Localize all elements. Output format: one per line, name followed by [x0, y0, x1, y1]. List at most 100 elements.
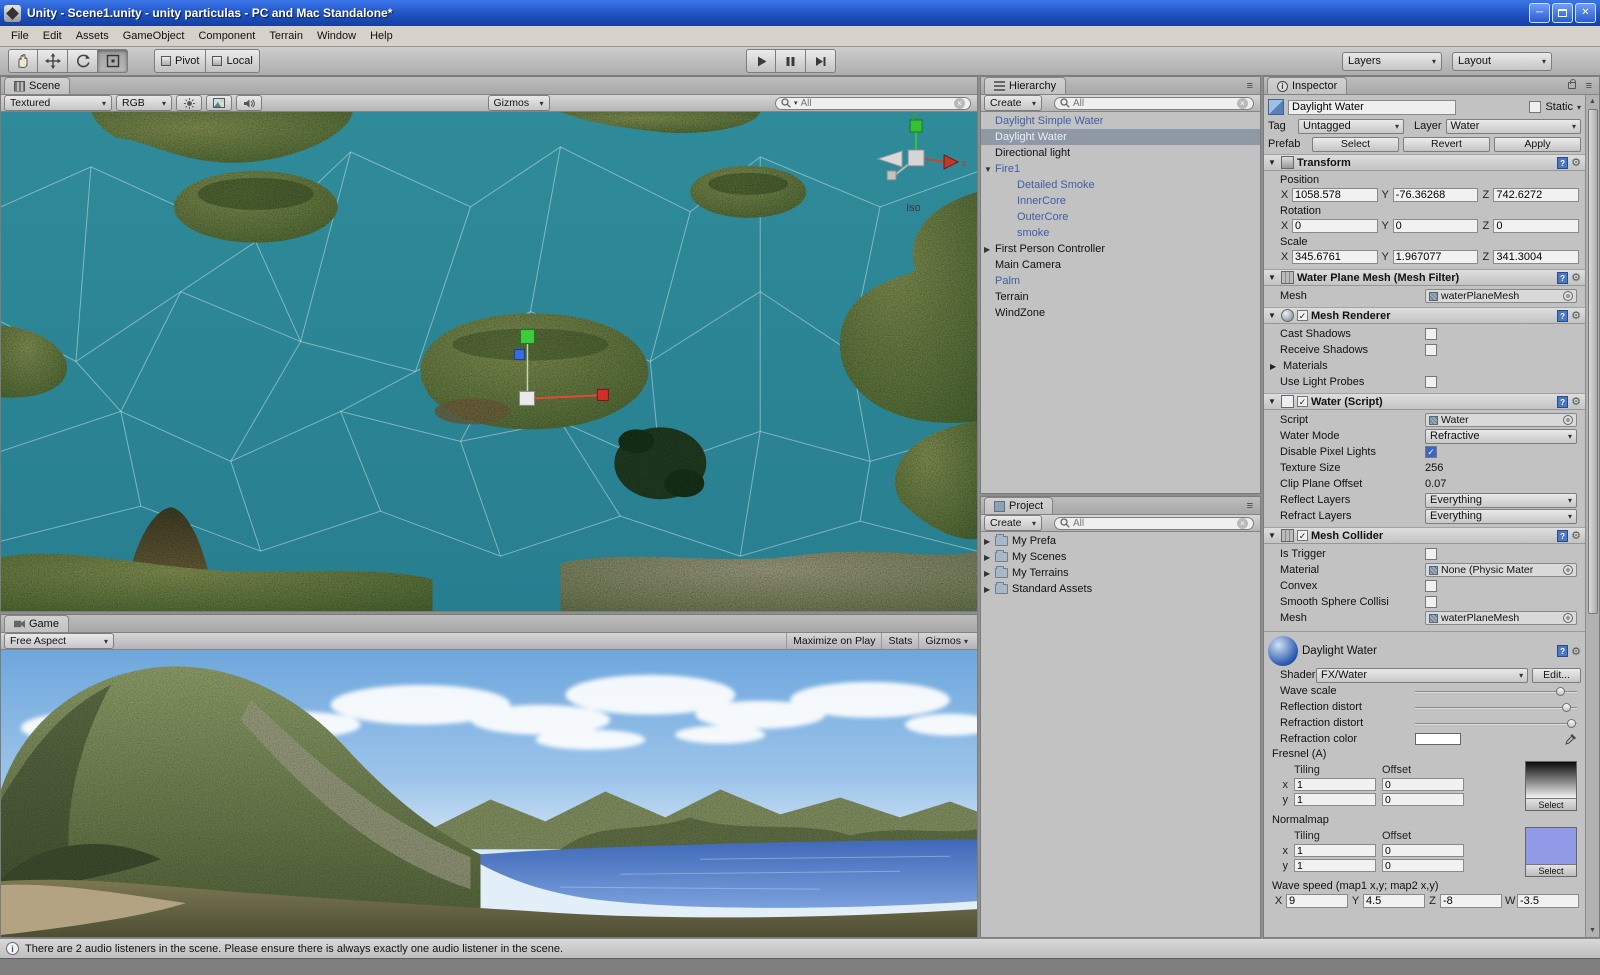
settings-gear-icon[interactable]: ⚙: [1571, 395, 1581, 408]
normalmap-select-button[interactable]: Select: [1526, 864, 1576, 876]
search-clear-icon[interactable]: ×: [954, 98, 965, 109]
dropdown-reflect-layers[interactable]: Everything▾: [1425, 493, 1577, 508]
normalmap-offset-y-field[interactable]: [1382, 859, 1464, 872]
water-script-header[interactable]: ▼ ✓ Water (Script) ? ⚙: [1264, 393, 1585, 410]
scroll-down-icon[interactable]: ▼: [1589, 924, 1596, 937]
scene-search-field[interactable]: ▾ ×: [775, 97, 971, 110]
scene-gizmos-dropdown[interactable]: Gizmos ▾: [488, 95, 550, 111]
wave-speed-w-field[interactable]: [1517, 894, 1579, 908]
close-button[interactable]: ✕: [1575, 3, 1596, 23]
pivot-button[interactable]: Pivot: [154, 49, 206, 73]
hierarchy-item-detailed-smoke[interactable]: Detailed Smoke: [981, 177, 1260, 193]
search-filter-chevron[interactable]: ▾: [794, 99, 798, 107]
hierarchy-item-windzone[interactable]: WindZone: [981, 305, 1260, 321]
checkbox-use-light-probes[interactable]: [1425, 376, 1437, 388]
tab-project[interactable]: Project: [984, 497, 1053, 514]
prefab-select-button[interactable]: Select: [1312, 137, 1399, 152]
game-viewport[interactable]: [1, 650, 977, 937]
settings-gear-icon[interactable]: ⚙: [1571, 645, 1581, 658]
scale-y-field[interactable]: [1393, 250, 1479, 264]
normalmap-tiling-x-field[interactable]: [1294, 844, 1376, 857]
eyedropper-icon[interactable]: [1565, 733, 1577, 745]
maximize-on-play-toggle[interactable]: Maximize on Play: [786, 633, 881, 649]
wave-speed-y-field[interactable]: [1363, 894, 1425, 908]
menu-component[interactable]: Component: [191, 28, 262, 44]
fresnel-select-button[interactable]: Select: [1526, 798, 1576, 810]
fresnel-tiling-y-field[interactable]: [1294, 793, 1376, 806]
component-enabled-checkbox[interactable]: ✓: [1297, 530, 1308, 541]
settings-gear-icon[interactable]: ⚙: [1571, 309, 1581, 322]
project-create-button[interactable]: Create ▾: [984, 515, 1042, 531]
reflection-distort-slider[interactable]: [1415, 701, 1577, 713]
transform-header[interactable]: ▼ Transform ? ⚙: [1264, 154, 1585, 171]
hierarchy-search-input[interactable]: [1073, 98, 1234, 109]
component-enabled-checkbox[interactable]: ✓: [1297, 310, 1308, 321]
component-enabled-checkbox[interactable]: ✓: [1297, 396, 1308, 407]
settings-gear-icon[interactable]: ⚙: [1571, 529, 1581, 542]
menu-terrain[interactable]: Terrain: [262, 28, 310, 44]
hierarchy-item-terrain[interactable]: Terrain: [981, 289, 1260, 305]
layer-dropdown[interactable]: Water ▾: [1446, 119, 1581, 134]
position-y-field[interactable]: [1393, 188, 1479, 202]
foldout-open-icon[interactable]: ▼: [984, 165, 995, 174]
help-icon[interactable]: ?: [1557, 157, 1568, 169]
help-icon[interactable]: ?: [1557, 396, 1568, 408]
hierarchy-item-directional-light[interactable]: Directional light: [981, 145, 1260, 161]
scene-viewport[interactable]: y x Iso: [1, 112, 977, 611]
checkbox-disable-pixel-lights[interactable]: ✓: [1425, 446, 1437, 458]
inspector-scrollbar[interactable]: ▲ ▼: [1585, 95, 1599, 937]
wave-speed-z-field[interactable]: [1440, 894, 1502, 908]
prefab-revert-button[interactable]: Revert: [1403, 137, 1490, 152]
settings-gear-icon[interactable]: ⚙: [1571, 156, 1581, 169]
refraction-distort-slider[interactable]: [1415, 717, 1577, 729]
hierarchy-item-first-person-controller[interactable]: ▶First Person Controller: [981, 241, 1260, 257]
value-clip-plane-offset[interactable]: 0.07: [1425, 478, 1577, 490]
checkbox-smooth-sphere-collisi[interactable]: [1425, 596, 1437, 608]
help-icon[interactable]: ?: [1557, 645, 1568, 657]
maximize-button[interactable]: [1552, 3, 1573, 23]
object-picker-icon[interactable]: [1563, 415, 1573, 425]
foldout-closed-icon[interactable]: ▶: [1270, 362, 1280, 371]
object-picker-icon[interactable]: [1563, 613, 1573, 623]
project-item-my-terrains[interactable]: ▶My Terrains: [981, 565, 1260, 581]
checkbox-cast-shadows[interactable]: [1425, 328, 1437, 340]
help-icon[interactable]: ?: [1557, 272, 1568, 284]
layout-dropdown[interactable]: Layout ▾: [1452, 52, 1552, 71]
menu-edit[interactable]: Edit: [36, 28, 69, 44]
scene-search-input[interactable]: [801, 98, 951, 109]
scale-x-field[interactable]: [1292, 250, 1378, 264]
scrollbar-thumb[interactable]: [1588, 109, 1598, 614]
mesh-filter-header[interactable]: ▼ Water Plane Mesh (Mesh Filter) ? ⚙: [1264, 269, 1585, 286]
wave-speed-x-field[interactable]: [1286, 894, 1348, 908]
foldout-closed-icon[interactable]: ▶: [984, 585, 995, 594]
normalmap-texture-thumbnail[interactable]: Select: [1525, 827, 1577, 877]
scene-skybox-toggle[interactable]: [206, 95, 232, 111]
help-icon[interactable]: ?: [1557, 530, 1568, 542]
projection-label[interactable]: Iso: [906, 202, 921, 214]
dropdown-water-mode[interactable]: Refractive▾: [1425, 429, 1577, 444]
object-field-script[interactable]: Water: [1425, 413, 1577, 427]
object-field-mesh[interactable]: waterPlaneMesh: [1425, 611, 1577, 625]
tab-inspector[interactable]: i Inspector: [1267, 77, 1347, 94]
layers-dropdown[interactable]: Layers ▾: [1342, 52, 1442, 71]
checkbox-convex[interactable]: [1425, 580, 1437, 592]
tab-scene[interactable]: Scene: [4, 77, 70, 94]
scale-tool-button[interactable]: [98, 49, 128, 73]
foldout-open-icon[interactable]: ▼: [1268, 273, 1278, 282]
inspector-panel-menu-icon[interactable]: ≡: [1582, 80, 1596, 92]
rotate-tool-button[interactable]: [68, 49, 98, 73]
foldout-closed-icon[interactable]: ▶: [984, 553, 995, 562]
play-button[interactable]: [746, 49, 776, 73]
pause-button[interactable]: [776, 49, 806, 73]
menu-window[interactable]: Window: [310, 28, 363, 44]
checkbox-is-trigger[interactable]: [1425, 548, 1437, 560]
prefab-apply-button[interactable]: Apply: [1494, 137, 1581, 152]
checkbox-receive-shadows[interactable]: [1425, 344, 1437, 356]
static-checkbox[interactable]: [1529, 101, 1541, 113]
search-clear-icon[interactable]: ×: [1237, 98, 1248, 109]
foldout-closed-icon[interactable]: ▶: [984, 569, 995, 578]
position-x-field[interactable]: [1292, 188, 1378, 202]
project-search-input[interactable]: [1073, 518, 1234, 529]
normalmap-tiling-y-field[interactable]: [1294, 859, 1376, 872]
object-field-material[interactable]: None (Physic Mater: [1425, 563, 1577, 577]
